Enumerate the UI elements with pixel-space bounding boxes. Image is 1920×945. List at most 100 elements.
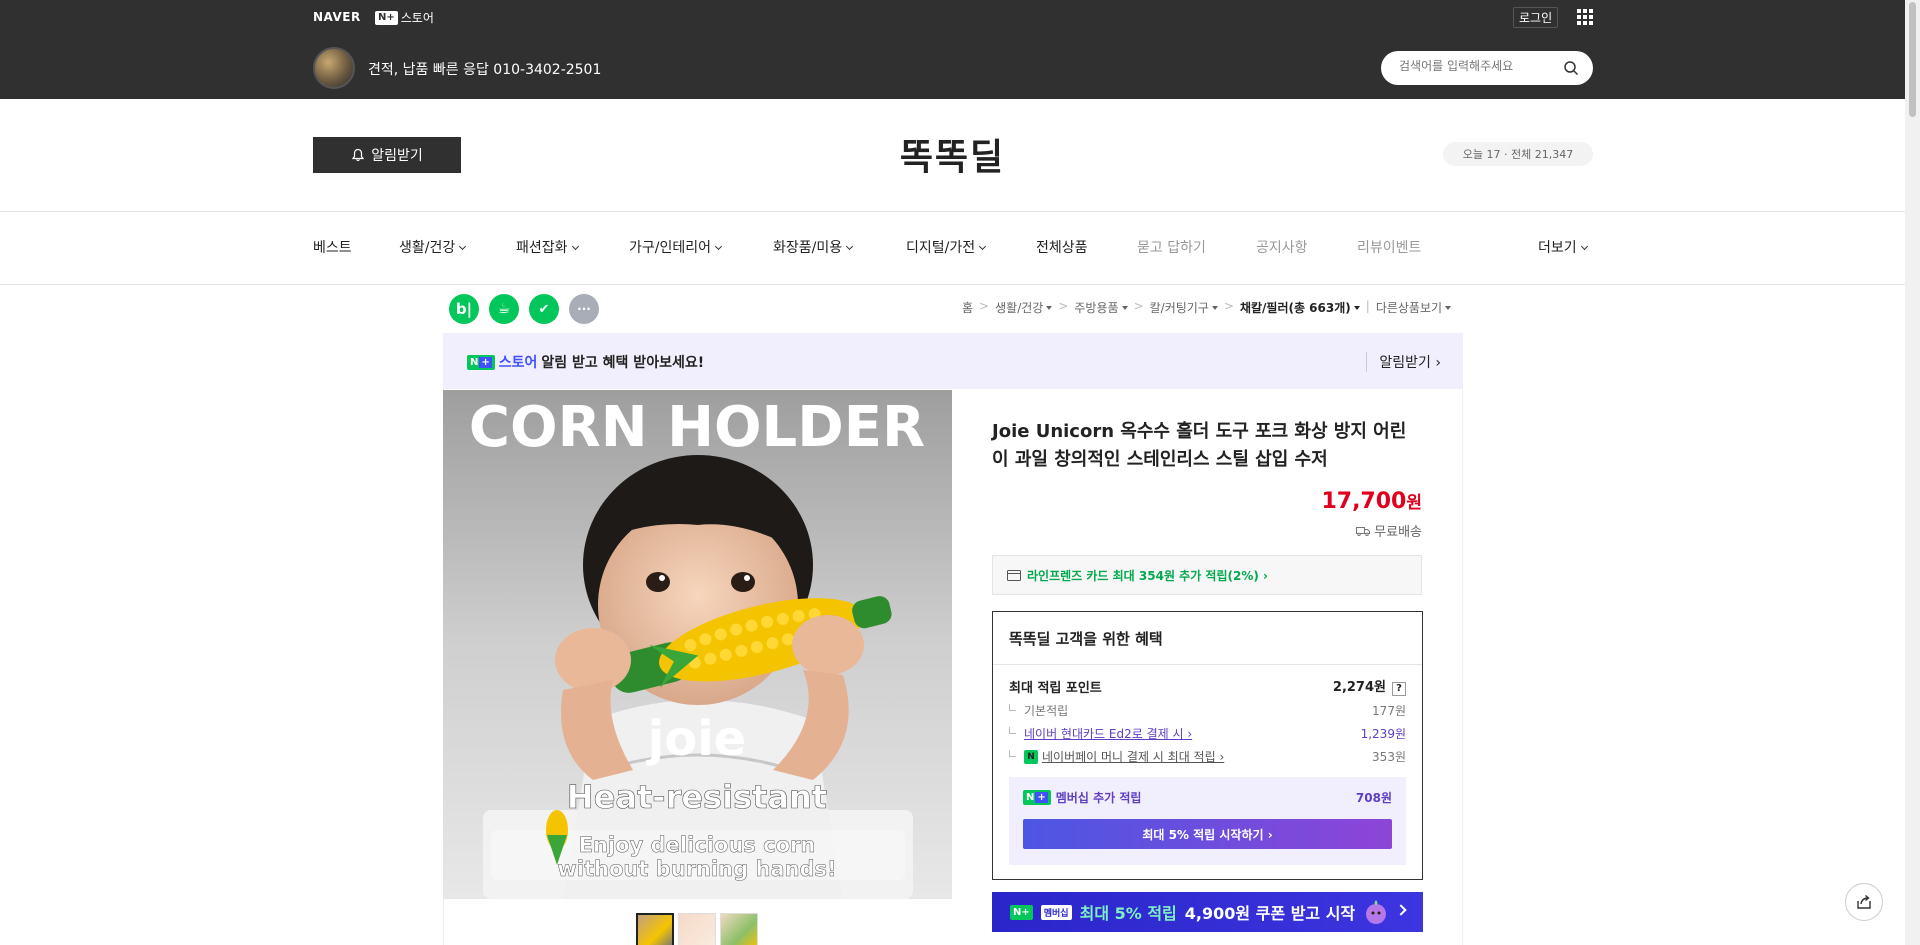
nav-label: 화장품/미용	[773, 240, 843, 256]
caret-down-icon	[1353, 306, 1360, 310]
scrollbar-thumb[interactable]	[1909, 2, 1916, 117]
basic-points-label: 기본적립	[1009, 702, 1068, 719]
npay-money-value: 353원	[1372, 750, 1406, 764]
breadcrumb-separator: >	[1058, 299, 1069, 313]
shop-avatar[interactable]	[313, 47, 355, 89]
max-points-row: 최대 적립 포인트 2,274원?	[1009, 676, 1406, 696]
blog-share-icon[interactable]: b|	[449, 294, 479, 324]
max-points-value: 2,274원	[1332, 680, 1386, 695]
hyundai-card-row: 네이버 현대카드 Ed2로 결제 시 › 1,239원	[1009, 725, 1406, 742]
nav-item-review-event[interactable]: 리뷰이벤트	[1357, 237, 1421, 257]
thumbnail[interactable]	[636, 913, 674, 945]
price-number: 17,700	[1321, 489, 1407, 514]
coupon-text: 4,900원 쿠폰 받고 시작	[1184, 904, 1356, 923]
share-button[interactable]	[1845, 883, 1883, 921]
image-headline: CORN HOLDER	[469, 395, 925, 460]
store-alarm-promo: N + 스토어 알림 받고 혜택 받아보세요! 알림받기 ›	[443, 333, 1463, 389]
other-products-dropdown[interactable]: 다른상품보기	[1376, 299, 1452, 316]
coupon-highlight: 최대 5% 적립	[1079, 904, 1177, 923]
card-benefit-banner[interactable]: 라인프렌즈 카드 최대 354원 추가 적립(2%) ›	[992, 555, 1422, 595]
nav-item-notice[interactable]: 공지사항	[1256, 237, 1308, 257]
help-icon[interactable]: ?	[1392, 682, 1406, 696]
naver-store-logo[interactable]: N+ 스토어	[375, 9, 434, 26]
card-benefit-text: 라인프렌즈 카드 최대 354원 추가 적립(2%) ›	[1027, 568, 1268, 583]
breadcrumb-home[interactable]: 홈	[962, 299, 973, 316]
share-icon	[1857, 894, 1871, 909]
nav-more-label: 더보기	[1538, 240, 1577, 256]
nav-item-fashion[interactable]: 패션잡화	[516, 237, 579, 257]
breadcrumb-current[interactable]: 채칼/필러(총 663개)	[1240, 299, 1360, 316]
search-input[interactable]	[1399, 59, 1559, 73]
caret-down-icon	[1046, 306, 1053, 310]
nav-item-qna[interactable]: 묻고 답하기	[1137, 237, 1206, 257]
breadcrumb-item[interactable]: 칼/커팅기구	[1150, 299, 1218, 316]
image-brand: joie	[646, 711, 746, 767]
nav-item-best[interactable]: 베스트	[313, 237, 352, 257]
more-options-icon[interactable]: ···	[569, 294, 599, 324]
membership-badge: 멤버십	[1040, 904, 1072, 920]
chevron-down-icon	[1580, 242, 1588, 251]
npay-money-link-wrap: N 네이버페이 머니 결제 시 최대 적립 ›	[1009, 748, 1224, 765]
visit-count: 오늘 17 · 전체 21,347	[1443, 142, 1593, 166]
nav-item-digital[interactable]: 디지털/가전	[906, 237, 987, 257]
thumbnail[interactable]	[720, 913, 758, 945]
nav-label: 리뷰이벤트	[1357, 240, 1422, 256]
nav-item-living-health[interactable]: 생활/건강	[399, 237, 467, 257]
membership-start-button[interactable]: 최대 5% 적립 시작하기 ›	[1023, 819, 1392, 849]
nav-label: 전체상품	[1036, 240, 1088, 256]
nav-label: 묻고 답하기	[1137, 240, 1206, 256]
nav-label: 가구/인테리어	[629, 240, 711, 256]
talktalk-icon[interactable]: ☕	[489, 294, 519, 324]
naver-logo[interactable]: NAVER	[313, 10, 361, 24]
page-scrollbar[interactable]	[1905, 0, 1920, 945]
onion-character-icon	[1366, 900, 1387, 924]
login-button[interactable]: 로그인	[1513, 7, 1559, 28]
nav-item-beauty[interactable]: 화장품/미용	[773, 237, 854, 257]
thumbnail[interactable]	[678, 913, 716, 945]
basic-points-value: 177원	[1372, 704, 1406, 718]
image-heat-resistant: Heat-resistant	[567, 778, 827, 816]
hyundai-card-link[interactable]: 네이버 현대카드 Ed2로 결제 시 ›	[1024, 725, 1192, 742]
nav-item-all-products[interactable]: 전체상품	[1036, 237, 1088, 257]
promo-alarm-button[interactable]: 알림받기 ›	[1366, 352, 1441, 372]
breadcrumb-separator: >	[1133, 299, 1144, 313]
chevron-down-icon	[714, 242, 723, 251]
breadcrumb-item[interactable]: 주방용품	[1074, 299, 1128, 316]
image-caption-line1: Enjoy delicious corn	[579, 833, 816, 857]
nav-label: 공지사항	[1256, 240, 1308, 256]
shop-description: 견적, 납품 빠른 응답 010-3402-2501	[368, 62, 602, 78]
npay-money-link[interactable]: 네이버페이 머니 결제 시 최대 적립 ›	[1042, 748, 1224, 765]
product-title: Joie Unicorn 옥수수 홀더 도구 포크 화상 방지 어린이 과일 창…	[992, 421, 1407, 470]
membership-coupon-banner[interactable]: N+ 멤버십 최대 5% 적립 4,900원 쿠폰 받고 시작	[992, 892, 1423, 932]
truck-icon	[1356, 526, 1371, 536]
breadcrumb-item[interactable]: 생활/건강	[995, 299, 1053, 316]
product-photo: CORN HOLDER joie Heat-resistant Enjoy de…	[443, 390, 952, 899]
shipping-label: 무료배송	[1374, 525, 1422, 540]
nplus-badge: N+	[375, 10, 398, 25]
customer-benefits-box: 똑똑딜 고객을 위한 혜택 최대 적립 포인트 2,274원? 기본적립 177…	[992, 611, 1423, 880]
search-box[interactable]	[1381, 51, 1593, 85]
chevron-right-icon	[1395, 904, 1407, 916]
membership-row: N + 멤버십 추가 적립 708원	[1023, 789, 1392, 806]
top-header: NAVER N+ 스토어 로그인 견적, 납품 빠른 응답 010-3402-2…	[0, 0, 1905, 99]
page: NAVER N+ 스토어 로그인 견적, 납품 빠른 응답 010-3402-2…	[0, 0, 1920, 945]
breadcrumb-separator: >	[979, 299, 990, 313]
caret-down-icon	[1445, 306, 1452, 310]
chevron-down-icon	[846, 242, 854, 251]
divider	[0, 284, 1905, 285]
membership-label: 멤버십 추가 적립	[1055, 791, 1142, 805]
nav-more-button[interactable]: 더보기	[1538, 237, 1588, 257]
store-title[interactable]: 똑똑딜	[0, 128, 1905, 180]
bookmark-icon[interactable]: ✔	[529, 294, 559, 324]
max-points-value-wrap: 2,274원?	[1333, 676, 1406, 696]
product-main-image[interactable]: CORN HOLDER joie Heat-resistant Enjoy de…	[443, 390, 952, 899]
chevron-down-icon	[459, 242, 467, 251]
apps-grid-icon[interactable]	[1577, 9, 1593, 25]
nav-label: 베스트	[313, 240, 352, 256]
search-icon[interactable]	[1563, 60, 1579, 76]
npay-icon: N	[1024, 749, 1038, 764]
nav-item-furniture[interactable]: 가구/인테리어	[629, 237, 723, 257]
credit-card-icon	[1007, 569, 1021, 581]
promo-text: 알림 받고 혜택 받아보세요!	[541, 355, 705, 371]
benefits-title: 똑똑딜 고객을 위한 혜택	[1009, 630, 1163, 648]
